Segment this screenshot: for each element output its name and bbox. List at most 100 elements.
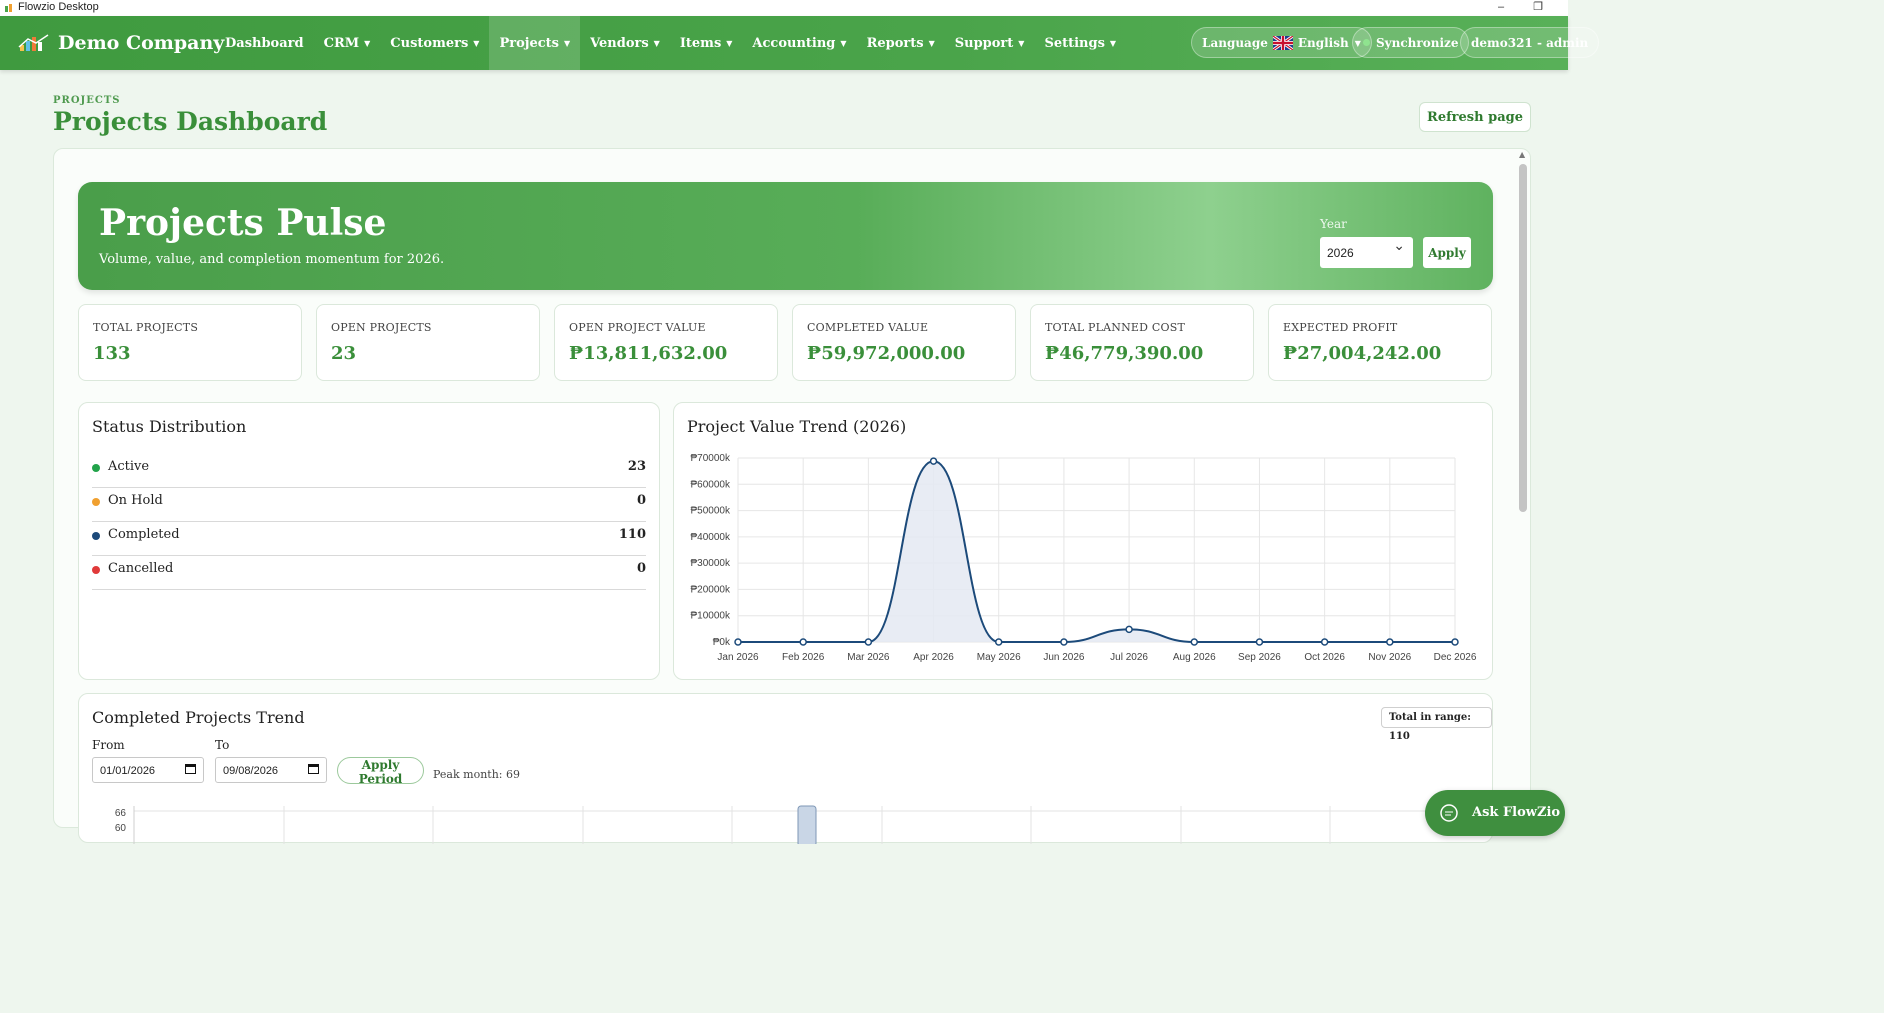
year-select[interactable]: 2026 ⌄ <box>1320 237 1413 268</box>
status-dot-icon <box>92 532 100 540</box>
nav-item-label: Accounting <box>752 35 836 51</box>
stat-value: ₱59,972,000.00 <box>807 343 966 364</box>
nav-item-accounting[interactable]: Accounting ▼ <box>742 16 856 70</box>
stat-value: 23 <box>331 343 357 364</box>
nav-item-vendors[interactable]: Vendors ▼ <box>580 16 670 70</box>
synchronize-button[interactable]: Synchronize <box>1352 27 1470 58</box>
to-date-input[interactable]: 09/08/2026 <box>215 757 327 783</box>
value-line <box>738 460 1455 643</box>
project-value-chart: ₱0k ₱10000k ₱20000k ₱30000k ₱40000k ₱50000k ₱6… <box>691 453 1477 663</box>
status-row-cancelled: Cancelled 0 <box>92 556 646 590</box>
synchronize-label: Synchronize <box>1376 35 1459 50</box>
y-tick-label: ₱30000k <box>691 558 731 569</box>
nav-item-items[interactable]: Items ▼ <box>670 16 743 70</box>
apply-year-button[interactable]: Apply <box>1423 237 1471 268</box>
y-tick-label: 60 <box>115 823 127 834</box>
company-name: Demo Company <box>58 32 225 54</box>
stat-card: COMPLETED VALUE ₱59,972,000.00 <box>792 304 1016 381</box>
data-point <box>1451 638 1459 646</box>
ask-flowzio-button[interactable]: Ask FlowZio <box>1425 790 1565 836</box>
data-point <box>929 457 938 465</box>
y-tick-label: ₱40000k <box>691 532 731 543</box>
stat-card: TOTAL PLANNED COST ₱46,779,390.00 <box>1030 304 1254 381</box>
stat-value: ₱13,811,632.00 <box>569 343 728 364</box>
stat-label: TOTAL PROJECTS <box>93 321 199 334</box>
chevron-down-icon: ▼ <box>563 38 571 48</box>
x-tick-label: Jul 2026 <box>1110 652 1148 663</box>
chevron-down-icon: ▼ <box>840 38 847 48</box>
y-tick-label: 66 <box>115 808 127 819</box>
x-tick-label: Apr 2026 <box>913 652 954 663</box>
stat-card: EXPECTED PROFIT ₱27,004,242.00 <box>1268 304 1492 381</box>
data-point <box>799 638 807 646</box>
nav-item-reports[interactable]: Reports ▼ <box>857 16 945 70</box>
stat-label: OPEN PROJECT VALUE <box>569 321 706 334</box>
status-count: 110 <box>618 527 646 542</box>
nav-item-crm[interactable]: CRM ▼ <box>314 16 381 70</box>
scroll-up-icon[interactable]: ▲ <box>1519 150 1525 159</box>
refresh-page-button[interactable]: Refresh page <box>1419 102 1531 132</box>
status-count: 0 <box>636 561 646 576</box>
uk-flag-icon <box>1272 35 1293 50</box>
status-dot-icon <box>92 464 100 472</box>
data-point <box>1125 625 1133 634</box>
status-count: 0 <box>636 493 646 508</box>
x-tick-label: Feb 2026 <box>782 652 825 663</box>
nav-item-projects[interactable]: Projects ▼ <box>489 16 581 70</box>
status-row-on-hold: On Hold 0 <box>92 488 646 522</box>
chevron-down-icon: ▼ <box>473 38 480 48</box>
chevron-down-icon: ▼ <box>928 38 935 48</box>
chevron-down-icon: ▼ <box>1109 38 1117 48</box>
brand[interactable]: Demo Company <box>18 28 224 58</box>
y-tick-label: ₱10000k <box>691 611 731 622</box>
chevron-down-icon: ▼ <box>364 38 371 48</box>
chevron-down-icon: ▼ <box>726 38 733 48</box>
from-label: From <box>92 738 125 752</box>
y-tick-label: ₱70000k <box>691 453 731 464</box>
total-in-range-badge: Total in range: 110 <box>1381 707 1492 742</box>
scrollbar-thumb[interactable] <box>1519 164 1527 512</box>
user-menu[interactable]: demo321 - admin <box>1460 27 1600 58</box>
minimize-button[interactable]: – <box>1486 0 1516 16</box>
nav-item-label: Customers <box>390 35 469 51</box>
status-count: 23 <box>627 459 646 474</box>
calendar-icon[interactable] <box>308 763 319 774</box>
data-point <box>864 638 873 646</box>
nav-item-label: Vendors <box>590 35 649 51</box>
nav-item-label: Dashboard <box>225 35 304 51</box>
user-label: demo321 - admin <box>1471 35 1589 50</box>
nav-item-support[interactable]: Support ▼ <box>945 16 1035 70</box>
calendar-icon[interactable] <box>185 763 196 774</box>
x-tick-label: Dec 2026 <box>1434 652 1477 663</box>
y-tick-label: ₱20000k <box>691 584 731 595</box>
y-tick-label: ₱50000k <box>691 506 731 517</box>
status-distribution-panel: Status Distribution Active 23 On Hold 0 Comp… <box>78 402 660 680</box>
top-navbar: Demo Company Dashboard CRM ▼ Customers ▼ Proj… <box>0 16 1600 70</box>
apply-period-button[interactable]: Apply Period <box>337 757 424 786</box>
hero-subtitle: Volume, value, and completion momentum f… <box>99 252 445 267</box>
breadcrumb: PROJECTS <box>53 95 121 106</box>
restore-button[interactable]: ❐ <box>1523 0 1553 16</box>
nav-item-label: Support <box>954 35 1014 51</box>
status-name: Completed <box>108 527 180 542</box>
nav-item-dashboard[interactable]: Dashboard <box>215 16 314 70</box>
to-date-value: 09/08/2026 <box>223 765 279 777</box>
scrollbar[interactable]: ▲ <box>1517 150 1529 826</box>
status-row-completed: Completed 110 <box>92 522 646 556</box>
data-point <box>1190 638 1199 646</box>
from-date-input[interactable]: 01/01/2026 <box>92 757 204 783</box>
x-tick-label: Jun 2026 <box>1043 652 1085 663</box>
language-selector[interactable]: Language English ▼ <box>1191 27 1372 58</box>
nav-item-settings[interactable]: Settings ▼ <box>1034 16 1126 70</box>
nav-item-customers[interactable]: Customers ▼ <box>380 16 489 70</box>
x-tick-label: May 2026 <box>977 652 1021 663</box>
window-titlebar: Flowzio Desktop – ❐ <box>0 0 1568 16</box>
stat-label: TOTAL PLANNED COST <box>1045 321 1185 334</box>
stat-card: OPEN PROJECTS 23 <box>316 304 540 381</box>
x-tick-label: Jan 2026 <box>717 652 759 663</box>
completed-bar[interactable] <box>797 805 817 844</box>
peak-month-label: Peak month: 69 <box>433 768 520 781</box>
language-label: Language <box>1202 35 1268 50</box>
sync-status-icon <box>1363 39 1370 46</box>
stat-label: COMPLETED VALUE <box>807 321 929 334</box>
